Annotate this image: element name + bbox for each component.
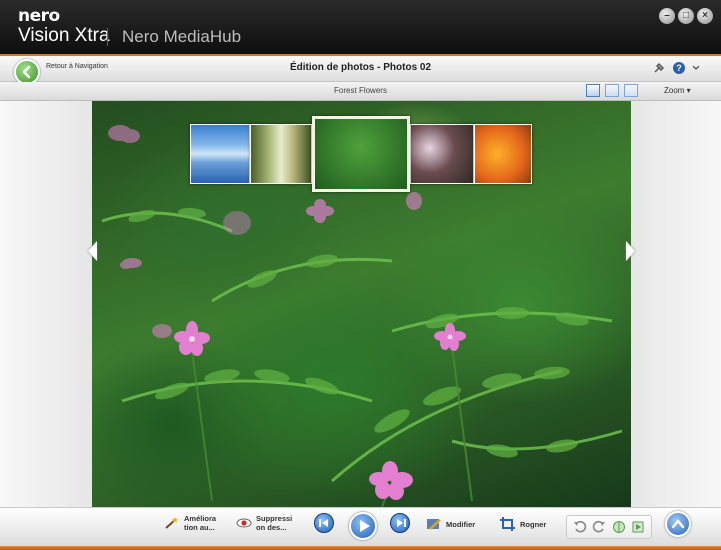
hub-name: Nero MediaHub	[122, 27, 242, 46]
window-controls: – □ ×	[659, 8, 713, 24]
chevron-up-icon	[671, 519, 685, 529]
close-icon[interactable]: ×	[697, 8, 713, 24]
edit-icon	[427, 519, 441, 530]
zoom-label: Zoom	[664, 86, 685, 95]
red-eye-removal-label-line2: on des...	[256, 523, 287, 532]
single-view-icon[interactable]	[586, 84, 600, 97]
product-name: Vision Xtra	[18, 25, 110, 46]
thumbnail-orange-flowers[interactable]	[474, 124, 532, 184]
skip-back-icon	[319, 519, 328, 527]
app-window: nero Vision Xtra Nero MediaHub – □ × Ret…	[0, 0, 721, 550]
modify-button[interactable]: Modifier	[426, 517, 475, 531]
minimize-icon[interactable]: –	[659, 8, 675, 24]
title-bar: nero Vision Xtra Nero MediaHub – □ ×	[0, 0, 721, 56]
next-photo-arrow-icon[interactable]	[626, 241, 635, 261]
expand-up-button[interactable]	[665, 511, 691, 537]
next-button[interactable]	[390, 513, 410, 533]
thumbnail-forest-path[interactable]	[250, 124, 312, 184]
help-icon[interactable]: ?	[673, 62, 685, 74]
flip-horizontal-icon[interactable]	[612, 520, 626, 534]
rotate-flip-group	[566, 515, 652, 539]
crop-label: Rogner	[520, 519, 547, 529]
crop-icon	[500, 517, 515, 531]
eye-icon	[236, 518, 252, 528]
flip-vertical-icon[interactable]	[631, 520, 645, 534]
previous-button[interactable]	[314, 513, 334, 533]
thumbnail-white-flowers[interactable]	[410, 124, 474, 184]
zoom-dropdown[interactable]: Zoom ▾	[664, 86, 691, 95]
rotate-left-icon[interactable]	[573, 520, 587, 534]
auto-enhance-label-line2: tion au...	[184, 523, 215, 532]
modify-label: Modifier	[446, 519, 476, 529]
red-eye-removal-label-line1: Suppressi	[256, 514, 293, 523]
photo-area	[0, 101, 721, 507]
skip-forward-icon	[397, 519, 406, 527]
brand-logo: nero	[18, 6, 60, 26]
page-title: Édition de photos - Photos 02	[289, 62, 432, 73]
chevron-down-icon[interactable]	[693, 65, 699, 71]
red-eye-removal-button[interactable]: Suppressi on des...	[236, 514, 292, 532]
auto-enhance-button[interactable]: Améliora tion au...	[164, 514, 216, 532]
rotate-right-icon[interactable]	[592, 520, 606, 534]
sub-toolbar: Forest Flowers Zoom ▾	[0, 82, 721, 101]
thumbnail-pink-flowers-selected[interactable]	[312, 116, 410, 192]
play-icon	[360, 520, 370, 532]
bottom-toolbar: Améliora tion au... Suppressi on des...	[0, 507, 721, 550]
fullscreen-view-icon[interactable]	[624, 84, 638, 97]
magic-wand-icon	[165, 517, 178, 529]
play-button[interactable]	[349, 512, 377, 540]
nav-tools: ?	[653, 62, 699, 74]
auto-enhance-label: Améliora tion au...	[184, 514, 216, 532]
split-view-icon[interactable]	[605, 84, 619, 97]
title-separator	[107, 28, 108, 46]
tools-icon[interactable]	[653, 62, 665, 74]
maximize-icon[interactable]: □	[678, 8, 694, 24]
thumbnail-blue-ice[interactable]	[190, 124, 250, 184]
previous-photo-arrow-icon[interactable]	[88, 241, 97, 261]
auto-enhance-label-line1: Améliora	[184, 514, 217, 523]
nav-bar: Retour à Navigation Édition de photos - …	[0, 56, 721, 85]
crop-button[interactable]: Rogner	[500, 517, 546, 531]
red-eye-removal-label: Suppressi on des...	[256, 514, 292, 532]
view-mode-buttons	[586, 84, 638, 97]
